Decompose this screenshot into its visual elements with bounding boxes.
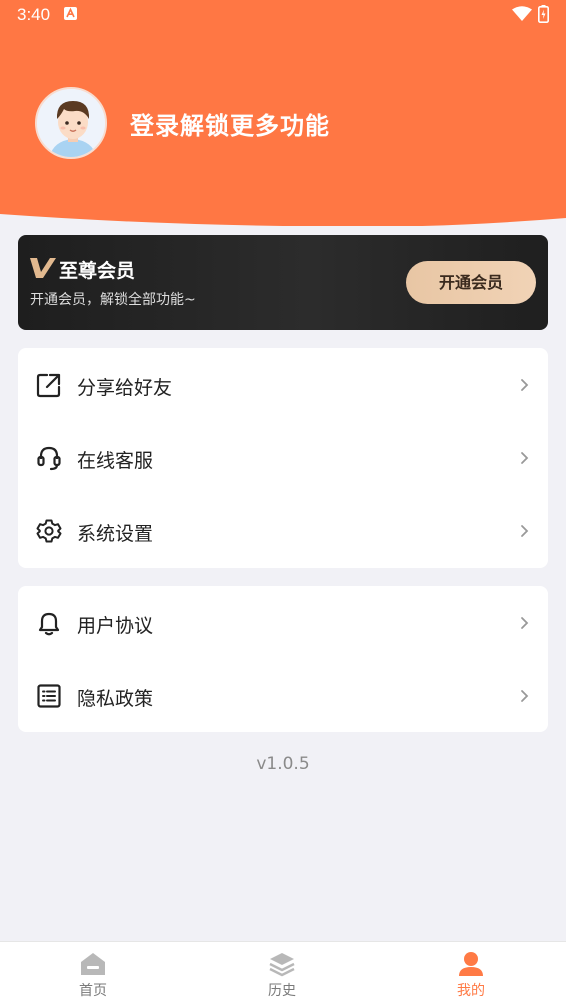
chevron-right-icon	[521, 617, 529, 629]
vip-v-icon	[30, 258, 56, 278]
bottom-tab-bar: 首页 历史 我的	[0, 941, 566, 1008]
gear-icon	[36, 519, 62, 543]
chevron-right-icon	[521, 452, 529, 464]
login-prompt[interactable]: 登录解锁更多功能	[130, 106, 330, 141]
vip-title: 至尊会员	[59, 260, 136, 282]
menu-card-legal: 用户协议 隐私政策	[18, 586, 548, 732]
tab-label: 我的	[457, 983, 485, 999]
home-icon	[81, 953, 105, 975]
vip-subtitle: 开通会员，解锁全部功能~	[30, 292, 196, 308]
wifi-icon	[512, 6, 532, 21]
menu-card-primary: 分享给好友 在线客服 系统设置	[18, 348, 548, 568]
tab-history[interactable]: 历史	[222, 942, 342, 1008]
list-icon	[37, 684, 61, 708]
layers-icon	[269, 953, 295, 977]
menu-item-support[interactable]: 在线客服	[18, 421, 548, 494]
menu-item-share[interactable]: 分享给好友	[18, 348, 548, 421]
tab-label: 首页	[79, 983, 107, 999]
open-vip-button[interactable]: 开通会员	[406, 261, 536, 304]
vip-card[interactable]: 至尊会员 开通会员，解锁全部功能~ 开通会员	[18, 235, 548, 330]
notification-a-icon	[64, 7, 77, 20]
menu-item-user-agreement[interactable]: 用户协议	[18, 586, 548, 659]
status-bar: 3:40	[0, 0, 566, 30]
chevron-right-icon	[521, 690, 529, 702]
menu-item-label: 分享给好友	[77, 377, 173, 399]
tab-label: 历史	[268, 983, 296, 999]
profile-header: 3:40 登录解锁更多功能	[0, 0, 566, 226]
battery-icon	[538, 5, 549, 23]
menu-item-privacy-policy[interactable]: 隐私政策	[18, 659, 548, 732]
share-icon	[36, 373, 61, 398]
chevron-right-icon	[521, 525, 529, 537]
status-time: 3:40	[17, 5, 51, 24]
tab-home[interactable]: 首页	[33, 942, 153, 1008]
menu-item-label: 系统设置	[77, 523, 154, 545]
menu-item-label: 用户协议	[77, 615, 154, 637]
chevron-right-icon	[521, 379, 529, 391]
menu-item-settings[interactable]: 系统设置	[18, 494, 548, 567]
user-icon	[459, 952, 483, 976]
menu-item-label: 隐私政策	[77, 688, 154, 710]
avatar[interactable]	[35, 87, 107, 159]
bell-icon	[38, 612, 60, 636]
menu-item-label: 在线客服	[77, 450, 154, 472]
headset-icon	[37, 446, 61, 471]
tab-mine[interactable]: 我的	[411, 942, 531, 1008]
app-version: v1.0.5	[256, 754, 310, 774]
